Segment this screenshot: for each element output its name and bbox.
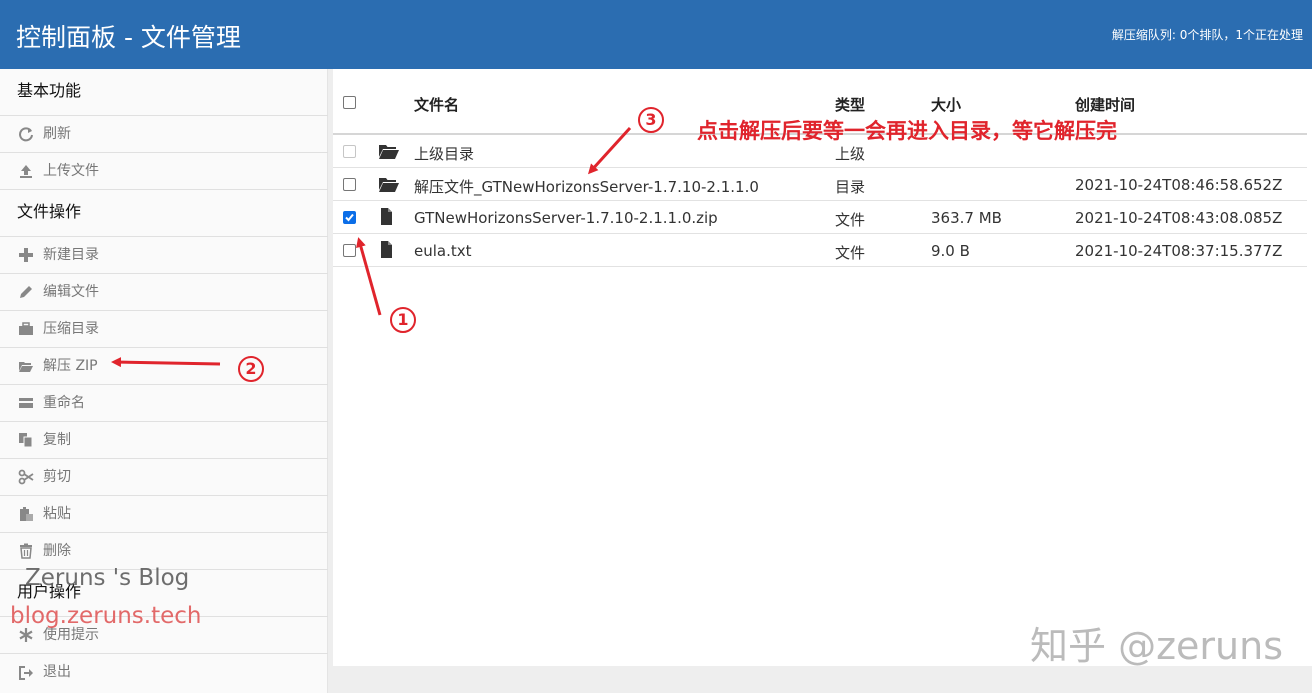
step-2-marker: 2 — [238, 356, 264, 382]
watermark-zhihu: 知乎 @zeruns — [1030, 624, 1283, 668]
arrow-step3 — [587, 126, 632, 175]
watermark-blog-url: blog.zeruns.tech — [10, 603, 202, 629]
arrow-step1 — [356, 237, 382, 316]
annotation-note: 点击解压后要等一会再进入目录，等它解压完 — [697, 119, 1117, 143]
watermark-blog-name: Zeruns 's Blog — [25, 565, 190, 591]
arrow-step2 — [111, 357, 221, 368]
annotation-arrows — [111, 126, 632, 368]
step-1-marker: 1 — [390, 307, 416, 333]
step-3-marker: 3 — [638, 107, 664, 133]
